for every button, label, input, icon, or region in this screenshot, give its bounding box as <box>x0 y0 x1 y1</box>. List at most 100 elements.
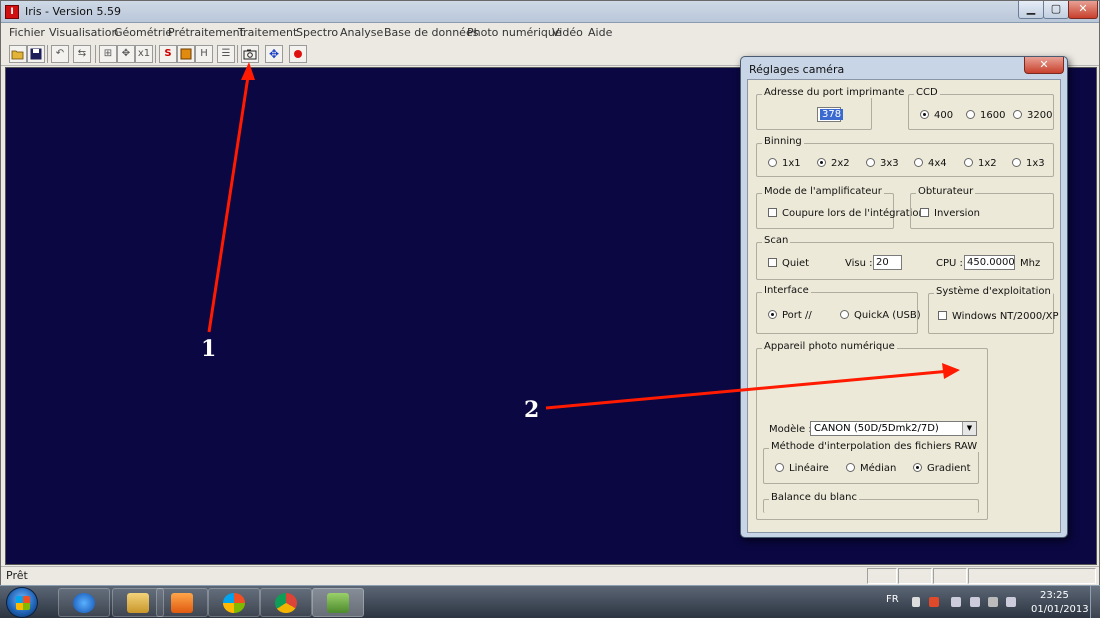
zoom-center-icon[interactable]: ✥ <box>117 45 135 63</box>
binning-group: Binning <box>756 136 1054 177</box>
windows-logo-icon <box>16 596 30 610</box>
tray-network-icon[interactable] <box>951 597 961 607</box>
show-desktop-button[interactable] <box>1090 586 1100 618</box>
tray-signal-icon[interactable] <box>988 597 998 607</box>
model-select[interactable]: CANON (50D/5Dmk2/7D) ▼ <box>810 421 977 436</box>
windows-app-icon <box>223 593 245 613</box>
visu-label: Visu : <box>845 258 873 269</box>
status-text: Prêt <box>6 569 28 582</box>
list-icon[interactable]: ☰ <box>217 45 235 63</box>
save-icon[interactable] <box>27 45 45 63</box>
menu-traitement[interactable]: Traitement <box>238 26 297 39</box>
status-panel <box>968 568 1096 584</box>
model-value: CANON (50D/5Dmk2/7D) <box>814 423 939 434</box>
binning-4x4-radio[interactable]: 4x4 <box>914 158 947 169</box>
amplifier-group-title: Mode de l'amplificateur <box>762 186 884 197</box>
zoom-x1-icon[interactable]: x1 <box>135 45 153 63</box>
port-group: Adresse du port imprimante <box>756 87 907 130</box>
scan-quiet-checkbox[interactable]: Quiet <box>768 258 809 269</box>
menu-analyse[interactable]: Analyse <box>340 26 383 39</box>
clock-date[interactable]: 01/01/2013 <box>1031 604 1089 615</box>
start-button[interactable] <box>6 587 38 618</box>
iris-taskbar-icon <box>327 593 349 613</box>
menu-spectro[interactable]: Spectro <box>296 26 338 39</box>
tray-battery-icon[interactable] <box>970 597 980 607</box>
taskbar-internet-explorer[interactable] <box>58 588 110 617</box>
taskbar-app[interactable] <box>208 588 260 617</box>
camera-settings-dialog: Réglages caméra ✕ Adresse du port imprim… <box>740 56 1068 538</box>
ccd-group-title: CCD <box>914 87 940 98</box>
interface-parallel-radio[interactable]: Port // <box>768 310 812 321</box>
binning-2x2-radio[interactable]: 2x2 <box>817 158 850 169</box>
shutter-inversion-checkbox[interactable]: Inversion <box>920 208 980 219</box>
cpu-label: CPU : <box>936 258 963 269</box>
orange-square-icon[interactable] <box>177 45 195 63</box>
camera-icon[interactable] <box>241 45 259 63</box>
ccd-1600-radio[interactable]: 1600 <box>966 110 1005 121</box>
folder-icon <box>127 593 149 613</box>
menu-base-de-donnees[interactable]: Base de données <box>384 26 478 39</box>
redo-icon[interactable]: ⇆ <box>73 45 91 63</box>
internet-explorer-icon <box>73 593 95 613</box>
toolbar-separator <box>237 45 238 63</box>
menu-geometrie[interactable]: Géométrie <box>114 26 172 39</box>
taskbar-iris[interactable] <box>312 588 364 617</box>
interface-usb-radio[interactable]: QuickA (USB) <box>840 310 921 321</box>
os-windows-checkbox[interactable]: Windows NT/2000/XP <box>938 311 1058 322</box>
visu-input[interactable]: 20 <box>873 255 902 270</box>
cpu-input[interactable]: 450.0000 <box>964 255 1015 270</box>
ccd-3200-radio[interactable]: 3200 <box>1013 110 1052 121</box>
raw-interpolation-title: Méthode d'interpolation des fichiers RAW <box>769 441 980 452</box>
menu-fichier[interactable]: Fichier <box>9 26 45 39</box>
tray-flag-icon[interactable] <box>929 597 939 607</box>
menu-photo-numerique[interactable]: Photo numérique <box>467 26 562 39</box>
tray-arrow-icon[interactable] <box>912 597 920 607</box>
taskbar-media-player[interactable] <box>156 588 208 617</box>
tray-volume-icon[interactable] <box>1006 597 1016 607</box>
status-bar: Prêt <box>1 566 1099 585</box>
binning-3x3-radio[interactable]: 3x3 <box>866 158 899 169</box>
binning-1x1-radio[interactable]: 1x1 <box>768 158 801 169</box>
close-button[interactable]: ✕ <box>1068 1 1098 19</box>
blue-star-icon[interactable]: ✥ <box>265 45 283 63</box>
annotation-label-2: 2 <box>524 397 540 423</box>
h-icon[interactable]: H <box>195 45 213 63</box>
maximize-button[interactable]: ▢ <box>1043 1 1069 19</box>
ccd-400-radio[interactable]: 400 <box>920 110 953 121</box>
dialog-close-button[interactable]: ✕ <box>1024 57 1064 74</box>
taskbar-chrome[interactable] <box>260 588 312 617</box>
rgb-icon[interactable]: S <box>159 45 177 63</box>
record-icon[interactable] <box>289 45 307 63</box>
minimize-button[interactable]: ▁ <box>1018 1 1044 19</box>
raw-lineaire-radio[interactable]: Linéaire <box>775 463 829 474</box>
title-bar: I Iris - Version 5.59 ▁ ▢ ✕ <box>1 1 1099 23</box>
menu-video[interactable]: Vidéo <box>552 26 583 39</box>
camera-group-title: Appareil photo numérique <box>762 341 897 352</box>
menu-aide[interactable]: Aide <box>588 26 612 39</box>
white-balance-title: Balance du blanc <box>769 492 860 503</box>
undo-icon[interactable]: ↶ <box>51 45 69 63</box>
clock-time[interactable]: 23:25 <box>1040 590 1069 601</box>
amplifier-cutoff-checkbox[interactable]: Coupure lors de l'intégration <box>768 208 925 219</box>
status-panel <box>898 568 932 584</box>
windows-taskbar: FR 23:25 01/01/2013 <box>0 585 1100 618</box>
menu-visualisation[interactable]: Visualisation <box>49 26 118 39</box>
cpu-unit: Mhz <box>1020 258 1041 269</box>
chrome-icon <box>275 593 297 613</box>
raw-gradient-radio[interactable]: Gradient <box>913 463 971 474</box>
open-folder-icon[interactable] <box>9 45 27 63</box>
port-address-input[interactable]: 378 <box>817 107 844 122</box>
raw-median-radio[interactable]: Médian <box>846 463 896 474</box>
tray-language[interactable]: FR <box>886 594 899 605</box>
dropdown-arrow-icon[interactable]: ▼ <box>962 422 976 435</box>
binning-1x3-radio[interactable]: 1x3 <box>1012 158 1045 169</box>
zoom-fit-icon[interactable]: ⊞ <box>99 45 117 63</box>
annotation-label-1: 1 <box>201 336 217 362</box>
iris-app-icon: I <box>5 5 19 19</box>
shutter-group-title: Obturateur <box>916 186 976 197</box>
window-title: Iris - Version 5.59 <box>25 5 121 18</box>
menu-pretraitement[interactable]: Prétraitement <box>168 26 244 39</box>
toolbar-separator <box>95 45 96 63</box>
binning-1x2-radio[interactable]: 1x2 <box>964 158 997 169</box>
menu-bar: Fichier Visualisation Géométrie Prétrait… <box>1 24 1099 42</box>
